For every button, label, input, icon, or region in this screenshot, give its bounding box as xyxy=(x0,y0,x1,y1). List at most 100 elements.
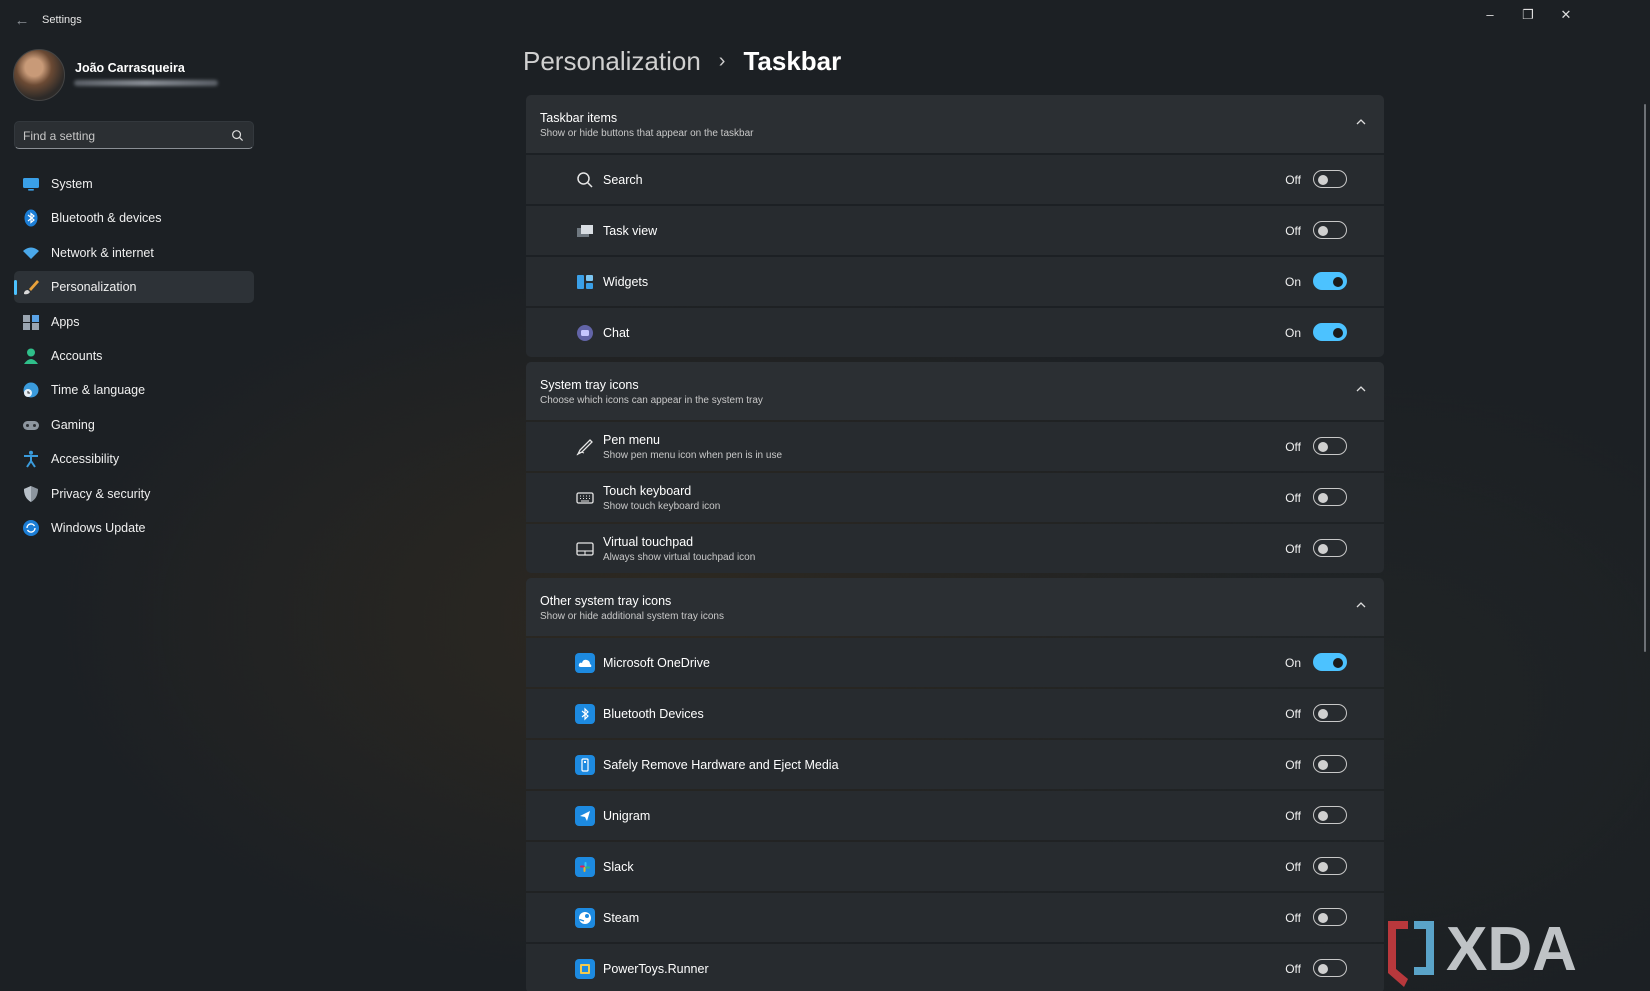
chevron-up-icon[interactable] xyxy=(1354,598,1368,612)
search-input[interactable] xyxy=(23,127,223,145)
usb-drive-icon xyxy=(575,755,595,775)
onedrive-toggle[interactable] xyxy=(1313,653,1347,671)
touch-keyboard-toggle[interactable] xyxy=(1313,488,1347,506)
pen-menu-toggle[interactable] xyxy=(1313,437,1347,455)
keyboard-icon xyxy=(576,492,594,504)
section-title: Other system tray icons xyxy=(540,594,672,608)
toggle-knob xyxy=(1318,442,1328,452)
minimize-button[interactable]: – xyxy=(1472,4,1508,26)
toggle-state-label: On xyxy=(1284,275,1301,289)
sidebar-item-system[interactable]: System xyxy=(14,168,254,200)
setting-title: Slack xyxy=(603,860,634,874)
avatar[interactable] xyxy=(13,49,65,101)
widgets-toggle[interactable] xyxy=(1313,272,1347,290)
search-icon[interactable] xyxy=(231,129,244,142)
update-icon xyxy=(23,519,39,536)
setting-row-steam: Steam Off xyxy=(526,893,1384,942)
sidebar-item-label: System xyxy=(51,177,93,191)
setting-row-safely-remove: Safely Remove Hardware and Eject Media O… xyxy=(526,740,1384,789)
setting-row-chat: Chat On xyxy=(526,308,1384,357)
section-header[interactable]: Other system tray icons Show or hide add… xyxy=(526,578,1384,636)
section-subtitle: Choose which icons can appear in the sys… xyxy=(540,395,763,406)
setting-row-pen-menu: Pen menu Show pen menu icon when pen is … xyxy=(526,422,1384,471)
chevron-up-icon[interactable] xyxy=(1354,115,1368,129)
sidebar-item-accounts[interactable]: Accounts xyxy=(14,340,254,372)
toggle-knob xyxy=(1333,277,1343,287)
setting-title: Search xyxy=(603,173,643,187)
setting-title: Bluetooth Devices xyxy=(603,707,704,721)
setting-row-virtual-touchpad: Virtual touchpad Always show virtual tou… xyxy=(526,524,1384,573)
settings-content: Taskbar items Show or hide buttons that … xyxy=(526,95,1384,991)
breadcrumb-parent[interactable]: Personalization xyxy=(523,46,701,77)
setting-row-powertoys: PowerToys.Runner Off xyxy=(526,944,1384,991)
globe-clock-icon xyxy=(23,382,39,398)
search-box[interactable] xyxy=(14,121,254,149)
bluetooth-icon xyxy=(24,209,38,227)
section-header[interactable]: Taskbar items Show or hide buttons that … xyxy=(526,95,1384,153)
svg-text:XDA: XDA xyxy=(1446,915,1577,984)
sidebar-nav: System Bluetooth & devices Network & int… xyxy=(14,168,254,546)
chevron-up-icon[interactable] xyxy=(1354,382,1368,396)
setting-row-onedrive: Microsoft OneDrive On xyxy=(526,638,1384,687)
steam-icon xyxy=(575,908,595,928)
bluetooth-devices-toggle[interactable] xyxy=(1313,704,1347,722)
powertoys-toggle[interactable] xyxy=(1313,959,1347,977)
setting-row-task-view: Task view Off xyxy=(526,206,1384,255)
setting-subtitle: Show pen menu icon when pen is in use xyxy=(603,450,783,461)
close-button[interactable]: ✕ xyxy=(1548,4,1584,26)
sidebar-item-label: Windows Update xyxy=(51,520,146,535)
sidebar-item-label: Personalization xyxy=(51,280,137,295)
chat-icon xyxy=(577,325,593,341)
setting-title: Steam xyxy=(603,911,640,925)
slack-icon xyxy=(575,857,595,877)
maximize-button[interactable]: ❐ xyxy=(1510,4,1546,26)
slack-toggle[interactable] xyxy=(1313,857,1347,875)
shield-icon xyxy=(24,485,38,502)
safely-remove-toggle[interactable] xyxy=(1313,755,1347,773)
setting-title: Chat xyxy=(603,326,630,340)
sidebar-item-gaming[interactable]: Gaming xyxy=(14,409,254,441)
section-header[interactable]: System tray icons Choose which icons can… xyxy=(526,362,1384,420)
sidebar-item-apps[interactable]: Apps xyxy=(14,306,254,338)
page-title: Taskbar xyxy=(743,46,842,76)
apps-icon xyxy=(23,314,39,330)
sidebar-item-network[interactable]: Network & internet xyxy=(14,237,254,269)
sidebar-item-windows-update[interactable]: Windows Update xyxy=(14,512,254,544)
accessibility-icon xyxy=(24,450,38,468)
system-icon xyxy=(23,178,39,191)
user-email-blurred xyxy=(74,80,218,86)
sidebar-item-label: Accessibility xyxy=(51,452,120,467)
toggle-state-label: Off xyxy=(1285,758,1301,772)
setting-row-unigram: Unigram Off xyxy=(526,791,1384,840)
chat-toggle[interactable] xyxy=(1313,323,1347,341)
setting-title: Touch keyboard xyxy=(603,484,692,498)
sidebar-item-bluetooth[interactable]: Bluetooth & devices xyxy=(14,202,254,234)
setting-subtitle: Always show virtual touchpad icon xyxy=(603,552,756,563)
toggle-state-label: Off xyxy=(1285,962,1301,976)
sidebar-item-accessibility[interactable]: Accessibility xyxy=(14,443,254,475)
sidebar-item-label: Network & internet xyxy=(51,245,154,260)
search-toggle[interactable] xyxy=(1313,170,1347,188)
setting-title: Unigram xyxy=(603,809,651,823)
sidebar-item-privacy[interactable]: Privacy & security xyxy=(14,478,254,510)
vertical-scrollbar[interactable] xyxy=(1644,104,1646,652)
setting-row-widgets: Widgets On xyxy=(526,257,1384,306)
active-indicator xyxy=(14,280,17,296)
toggle-state-label: Off xyxy=(1285,707,1301,721)
back-arrow-icon[interactable]: ← xyxy=(12,11,32,31)
powertoys-icon xyxy=(575,959,595,979)
setting-title: Virtual touchpad xyxy=(603,535,694,549)
sidebar-item-personalization[interactable]: Personalization xyxy=(14,271,254,304)
brush-icon xyxy=(24,280,39,295)
toggle-state-label: Off xyxy=(1285,224,1301,238)
task-view-toggle[interactable] xyxy=(1313,221,1347,239)
virtual-touchpad-toggle[interactable] xyxy=(1313,539,1347,557)
sidebar-item-time-language[interactable]: Time & language xyxy=(14,374,254,406)
sidebar-item-label: Privacy & security xyxy=(51,486,151,501)
steam-toggle[interactable] xyxy=(1313,908,1347,926)
chevron-right-icon: › xyxy=(718,50,726,72)
toggle-state-label: Off xyxy=(1285,911,1301,925)
xda-watermark-logo: XDA xyxy=(1388,915,1577,987)
title-bar: ← Settings – ❐ ✕ xyxy=(0,0,1650,42)
unigram-toggle[interactable] xyxy=(1313,806,1347,824)
